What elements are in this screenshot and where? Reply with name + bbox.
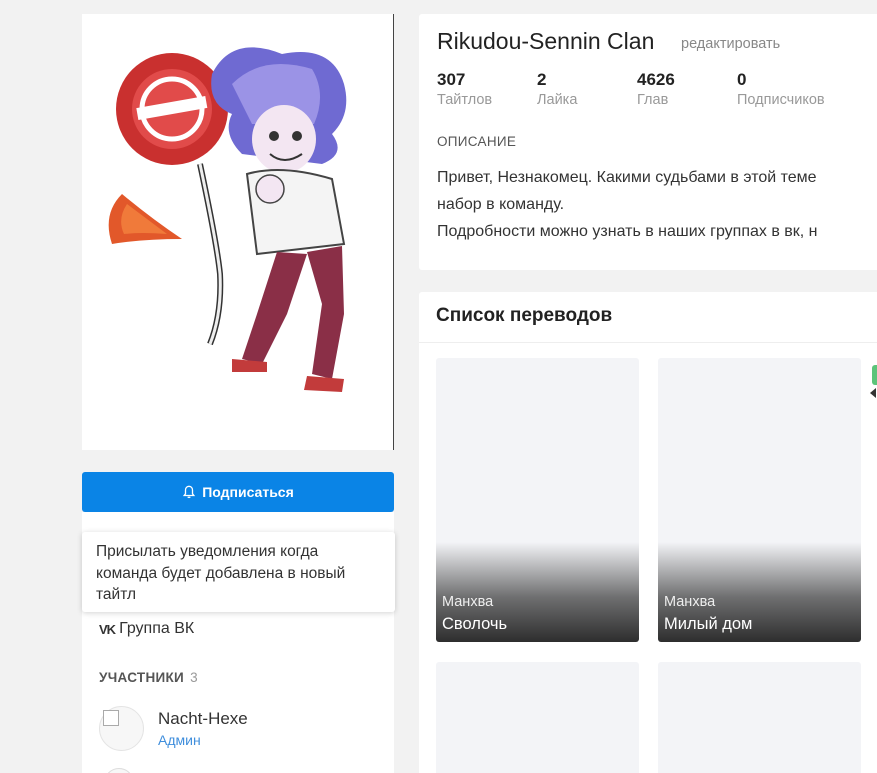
- stat-value: 307: [437, 70, 466, 89]
- tooltip-arrow: [230, 522, 250, 532]
- subscribe-button-label: Подписаться: [202, 484, 294, 500]
- stat-titles: 307 Тайтлов: [437, 70, 492, 108]
- status-badge: [872, 365, 877, 385]
- member-avatar: [99, 706, 144, 751]
- stat-label: Лайка: [537, 92, 578, 108]
- translation-tile[interactable]: Манхва Милый дом: [658, 358, 861, 642]
- stat-chapters: 4626 Глав: [637, 70, 675, 108]
- carousel-arrow-icon[interactable]: [870, 388, 876, 398]
- description-heading: ОПИСАНИЕ: [437, 134, 517, 149]
- subscribe-button[interactable]: Подписаться: [82, 472, 394, 512]
- stat-label: Подписчиков: [737, 92, 825, 108]
- members-heading: УЧАСТНИКИ 3: [99, 670, 198, 685]
- members-count: 3: [190, 670, 198, 685]
- description-line: Привет, Незнакомец. Какими судьбами в эт…: [437, 169, 817, 186]
- tile-type: Манхва: [664, 594, 716, 610]
- stat-value: 2: [537, 70, 547, 89]
- stat-value: 4626: [637, 70, 675, 89]
- members-heading-label: УЧАСТНИКИ: [99, 670, 185, 685]
- divider: [419, 342, 877, 343]
- bell-icon: [183, 485, 196, 499]
- stat-subscribers: 0 Подписчиков: [737, 70, 825, 108]
- team-avatar-image: [82, 14, 394, 450]
- broken-image-icon: [103, 710, 119, 726]
- tile-type: Манхва: [442, 594, 494, 610]
- team-avatar-column: [82, 14, 394, 450]
- tile-title: Сволочь: [442, 615, 508, 633]
- translation-tile[interactable]: [436, 662, 639, 773]
- member-role[interactable]: Админ: [158, 732, 248, 748]
- stat-value: 0: [737, 70, 747, 89]
- edit-link[interactable]: редактировать: [681, 36, 780, 52]
- member-item[interactable]: Nacht-Hexe Админ: [99, 706, 248, 751]
- description-text: Привет, Незнакомец. Какими судьбами в эт…: [437, 164, 877, 245]
- translations-heading: Список переводов: [436, 305, 613, 326]
- tile-title: Милый дом: [664, 615, 753, 633]
- stat-label: Глав: [637, 92, 669, 108]
- page-title: Rikudou-Sennin Clan: [437, 28, 655, 54]
- subscribe-tooltip: Присылать уведомления когда команда буде…: [82, 532, 395, 612]
- stat-likes: 2 Лайка: [537, 70, 577, 108]
- translation-tile[interactable]: [658, 662, 861, 773]
- description-line: набор в команду.: [437, 196, 565, 213]
- vk-group-label: Группа ВК: [119, 620, 195, 637]
- vk-group-link[interactable]: VK Группа ВК: [99, 620, 194, 638]
- stat-label: Тайтлов: [437, 92, 493, 108]
- translation-tile[interactable]: Манхва Сволочь: [436, 358, 639, 642]
- description-line: Подробности можно узнать в наших группах…: [437, 223, 818, 240]
- vk-icon: VK: [99, 621, 116, 637]
- member-name: Nacht-Hexe: [158, 709, 248, 728]
- chibi-character-illustration: [108, 47, 347, 392]
